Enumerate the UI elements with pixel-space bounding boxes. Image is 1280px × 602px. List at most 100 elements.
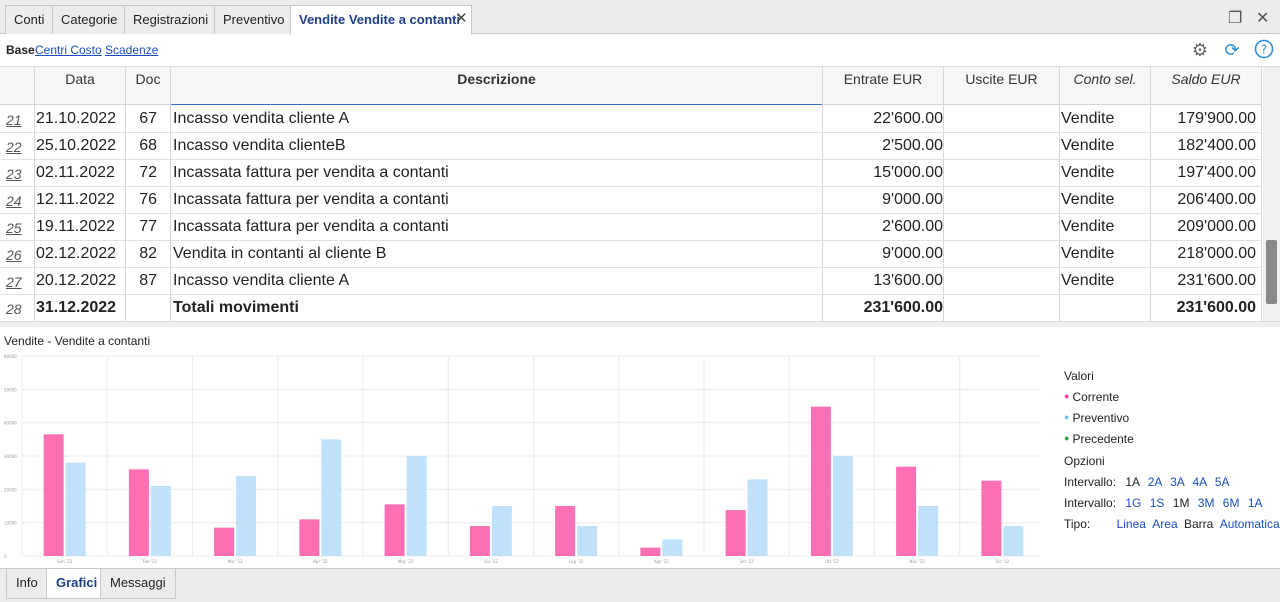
help-icon[interactable]: ? <box>1253 39 1275 61</box>
bar-corrente-11[interactable] <box>981 480 1002 556</box>
bar-corrente-1[interactable] <box>128 469 149 556</box>
cell-n[interactable]: 28 <box>6 301 30 317</box>
bar-preventivo-9[interactable] <box>832 456 853 556</box>
cell-entrate[interactable]: 231'600.00 <box>824 299 943 317</box>
cell-desc[interactable]: Totali movimenti <box>173 299 813 317</box>
cell-saldo[interactable]: 206'400.00 <box>1152 191 1256 209</box>
bar-preventivo-8[interactable] <box>747 479 768 556</box>
view-centri-costo-link[interactable]: Centri Costo <box>35 43 102 57</box>
cell-n[interactable]: 26 <box>6 247 30 263</box>
bar-preventivo-1[interactable] <box>150 486 171 556</box>
bar-corrente-10[interactable] <box>896 466 917 556</box>
bar-preventivo-3[interactable] <box>321 439 342 556</box>
interval-4a[interactable]: 4A <box>1192 475 1206 489</box>
cell-date[interactable]: 25.10.2022 <box>36 137 124 155</box>
cell-date[interactable]: 31.12.2022 <box>36 299 124 317</box>
cell-n[interactable]: 25 <box>6 220 30 236</box>
refresh-icon[interactable]: ⟳ <box>1221 39 1243 61</box>
interval-1g[interactable]: 1G <box>1125 496 1141 510</box>
bar-corrente-3[interactable] <box>299 519 320 556</box>
cell-n[interactable]: 23 <box>6 166 30 182</box>
interval-5a[interactable]: 5A <box>1215 475 1230 489</box>
table-row[interactable]: 25 19.11.2022 77 Incassata fattura per vend… <box>0 214 1262 241</box>
table-row[interactable]: 22 25.10.2022 68 Incasso vendita clienteB 2'… <box>0 133 1262 160</box>
col-header-descrizione[interactable]: Descrizione <box>171 71 822 87</box>
col-header-entrate[interactable]: Entrate EUR <box>823 71 943 87</box>
cell-saldo[interactable]: 209'000.00 <box>1152 218 1256 236</box>
gear-icon[interactable]: ⚙ <box>1189 39 1211 61</box>
cell-entrate[interactable]: 13'600.00 <box>824 272 943 290</box>
bar-preventivo-6[interactable] <box>577 526 598 556</box>
tab-conti[interactable]: Conti <box>5 5 54 34</box>
cell-n[interactable]: 22 <box>6 139 30 155</box>
interval-1a[interactable]: 1A <box>1125 475 1139 489</box>
tab-preventivo[interactable]: Preventivo <box>214 5 294 34</box>
bar-preventivo-10[interactable] <box>918 506 939 556</box>
type-linea[interactable]: Linea <box>1117 517 1146 531</box>
view-scadenze-link[interactable]: Scadenze <box>105 43 158 57</box>
legend-item-corrente[interactable]: ● Corrente <box>1064 390 1119 404</box>
type-area[interactable]: Area <box>1152 517 1177 531</box>
legend-item-precedente[interactable]: ● Precedente <box>1064 432 1134 446</box>
cell-saldo[interactable]: 231'600.00 <box>1152 272 1256 290</box>
col-header-conto-sel[interactable]: Conto sel. <box>1060 71 1150 87</box>
interval-2a[interactable]: 2A <box>1148 475 1162 489</box>
cell-conto[interactable]: Vendite <box>1061 191 1149 209</box>
bar-corrente-7[interactable] <box>640 547 661 556</box>
cell-date[interactable]: 20.12.2022 <box>36 272 124 290</box>
table-row[interactable]: 24 12.11.2022 76 Incassata fattura per vend… <box>0 187 1262 214</box>
cell-entrate[interactable]: 15'000.00 <box>824 164 943 182</box>
tab-registrazioni[interactable]: Registrazioni <box>124 5 218 34</box>
interval-3m[interactable]: 3M <box>1198 496 1215 510</box>
cell-conto[interactable]: Vendite <box>1061 137 1149 155</box>
cell-date[interactable]: 12.11.2022 <box>36 191 124 209</box>
tab-info[interactable]: Info <box>6 569 48 599</box>
cell-doc[interactable]: 72 <box>127 164 157 182</box>
cell-desc[interactable]: Incassata fattura per vendita a contanti <box>173 218 813 236</box>
cell-desc[interactable]: Incasso vendita cliente A <box>173 110 813 128</box>
bar-preventivo-4[interactable] <box>406 456 427 556</box>
cell-n[interactable]: 27 <box>6 274 30 290</box>
bar-preventivo-2[interactable] <box>236 476 257 556</box>
cell-conto[interactable]: Vendite <box>1061 218 1149 236</box>
table-row[interactable]: 26 02.12.2022 82 Vendita in contanti al cli… <box>0 241 1262 268</box>
interval-3a[interactable]: 3A <box>1170 475 1184 489</box>
close-window-icon[interactable]: ✕ <box>1256 8 1269 28</box>
type-barra[interactable]: Barra <box>1184 517 1213 531</box>
cell-entrate[interactable]: 2'500.00 <box>824 137 943 155</box>
cell-saldo[interactable]: 197'400.00 <box>1152 164 1256 182</box>
cell-date[interactable]: 21.10.2022 <box>36 110 124 128</box>
cell-date[interactable]: 02.11.2022 <box>36 164 124 182</box>
totals-row[interactable]: 28 31.12.2022 Totali movimenti 231'600.00 23… <box>0 295 1262 322</box>
cell-entrate[interactable]: 22'600.00 <box>824 110 943 128</box>
cell-date[interactable]: 19.11.2022 <box>36 218 124 236</box>
col-header-saldo[interactable]: Saldo EUR <box>1151 71 1261 87</box>
cell-doc[interactable]: 77 <box>127 218 157 236</box>
close-icon[interactable]: ✕ <box>455 9 468 27</box>
cell-saldo[interactable]: 218'000.00 <box>1152 245 1256 263</box>
cell-doc[interactable]: 82 <box>127 245 157 263</box>
cell-entrate[interactable]: 9'000.00 <box>824 245 943 263</box>
cell-desc[interactable]: Vendita in contanti al cliente B <box>173 245 813 263</box>
table-row[interactable]: 21 21.10.2022 67 Incasso vendita cliente A 2… <box>0 106 1262 133</box>
cell-n[interactable]: 21 <box>6 112 30 128</box>
col-header-data[interactable]: Data <box>35 71 125 87</box>
cell-conto[interactable]: Vendite <box>1061 110 1149 128</box>
col-header-uscite[interactable]: Uscite EUR <box>944 71 1059 87</box>
restore-window-icon[interactable]: ❐ <box>1228 8 1242 28</box>
bar-corrente-2[interactable] <box>214 527 235 556</box>
cell-saldo[interactable]: 231'600.00 <box>1152 299 1256 317</box>
cell-conto[interactable]: Vendite <box>1061 272 1149 290</box>
interval-6m[interactable]: 6M <box>1223 496 1240 510</box>
interval-1s[interactable]: 1S <box>1150 496 1165 510</box>
bar-corrente-4[interactable] <box>384 504 405 556</box>
bar-corrente-0[interactable] <box>43 434 64 556</box>
interval-1m[interactable]: 1M <box>1173 496 1190 510</box>
cell-conto[interactable]: Vendite <box>1061 164 1149 182</box>
cell-desc[interactable]: Incassata fattura per vendita a contanti <box>173 164 813 182</box>
type-automatica[interactable]: Automatica <box>1220 517 1280 531</box>
cell-doc[interactable]: 68 <box>127 137 157 155</box>
cell-doc[interactable]: 76 <box>127 191 157 209</box>
cell-saldo[interactable]: 182'400.00 <box>1152 137 1256 155</box>
cell-desc[interactable]: Incasso vendita cliente A <box>173 272 813 290</box>
